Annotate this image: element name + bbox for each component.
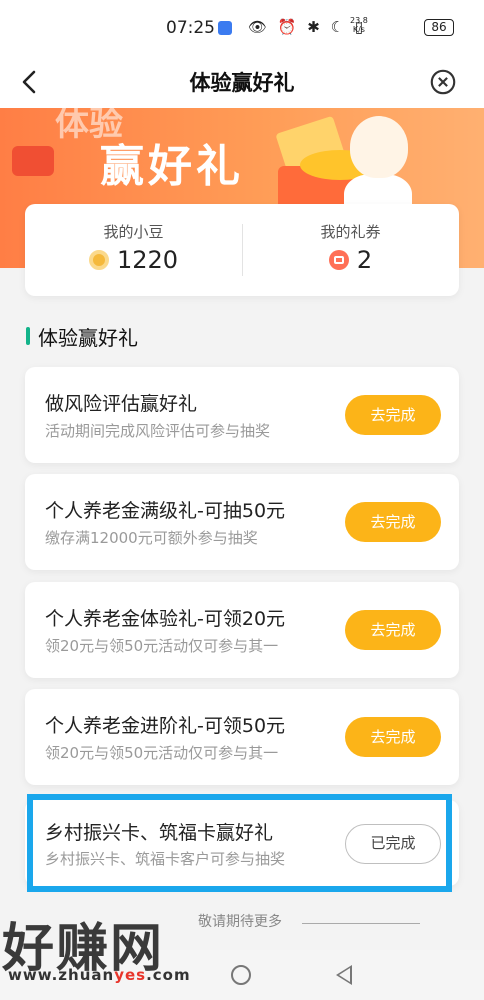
- task-name: 个人养老金体验礼-可领20元: [45, 608, 286, 630]
- task-card[interactable]: 个人养老金进阶礼-可领50元 领20元与领50元活动仅可参与其一 去完成: [25, 689, 459, 785]
- status-icons: 👁 ⏰ ✱ ☾ ▯: [248, 18, 367, 36]
- beans-value-row: 1220: [25, 246, 242, 274]
- mascot-icon: [350, 116, 408, 178]
- coupon-icon: [328, 250, 349, 270]
- red-envelope-icon: [12, 146, 54, 176]
- section-title: 体验赢好礼: [38, 326, 138, 350]
- task-card[interactable]: 做风险评估赢好礼 活动期间完成风险评估可参与抽奖 去完成: [25, 367, 459, 463]
- header: 体验赢好礼: [0, 56, 484, 108]
- task-desc: 活动期间完成风险评估可参与抽奖: [45, 422, 271, 440]
- task-desc: 缴存满12000元可额外参与抽奖: [45, 529, 258, 547]
- summary-card: 我的小豆 1220 我的礼券 2: [25, 204, 459, 296]
- coupons-summary[interactable]: 我的礼券 2: [242, 204, 459, 296]
- more-coming-text: 敬请期待更多: [198, 914, 282, 930]
- task-desc: 领20元与领50元活动仅可参与其一: [45, 637, 279, 655]
- coupons-value: 2: [356, 246, 373, 274]
- task-name: 乡村振兴卡、筑福卡赢好礼: [45, 822, 274, 844]
- status-time: 07:25: [166, 18, 215, 38]
- go-complete-button[interactable]: 去完成: [345, 610, 441, 650]
- go-complete-button[interactable]: 去完成: [345, 502, 441, 542]
- task-name: 个人养老金进阶礼-可领50元: [45, 715, 286, 737]
- more-coming-line: [302, 923, 420, 924]
- home-circle-icon[interactable]: [231, 965, 251, 985]
- coupons-label: 我的礼券: [320, 223, 381, 241]
- beans-summary[interactable]: 我的小豆 1220: [25, 204, 242, 296]
- watermark-url: www.zhuanyes.com: [8, 966, 191, 984]
- task-desc: 领20元与领50元活动仅可参与其一: [45, 744, 279, 762]
- banner-headline: 赢好礼: [100, 141, 244, 192]
- network-speed-unit: K/s: [352, 25, 365, 34]
- task-card[interactable]: 乡村振兴卡、筑福卡赢好礼 乡村振兴卡、筑福卡客户可参与抽奖 已完成: [25, 800, 459, 886]
- task-desc: 乡村振兴卡、筑福卡客户可参与抽奖: [45, 850, 286, 868]
- task-name: 个人养老金满级礼-可抽50元: [45, 500, 286, 522]
- task-name: 做风险评估赢好礼: [45, 393, 198, 415]
- battery-icon: 86: [424, 19, 454, 36]
- bean-coin-icon: [88, 250, 109, 270]
- go-complete-button[interactable]: 去完成: [345, 395, 441, 435]
- completed-button[interactable]: 已完成: [345, 824, 441, 864]
- close-icon[interactable]: [430, 69, 456, 95]
- network-speed: 23.8 K/s: [350, 16, 368, 34]
- watermark-url-prefix: www.zhuan: [8, 966, 115, 984]
- beans-label: 我的小豆: [103, 223, 164, 241]
- task-card[interactable]: 个人养老金满级礼-可抽50元 缴存满12000元可额外参与抽奖 去完成: [25, 474, 459, 570]
- back-triangle-icon[interactable]: [336, 965, 352, 985]
- section-accent-bar: [26, 327, 30, 345]
- coupons-value-row: 2: [242, 246, 459, 274]
- beans-value: 1220: [116, 246, 179, 274]
- network-speed-value: 23.8: [350, 16, 368, 25]
- go-complete-button[interactable]: 去完成: [345, 717, 441, 757]
- watermark-url-suffix: .com: [146, 966, 191, 984]
- task-card[interactable]: 个人养老金体验礼-可领20元 领20元与领50元活动仅可参与其一 去完成: [25, 582, 459, 678]
- page-title: 体验赢好礼: [189, 71, 295, 95]
- status-bar: 07:25 👁 ⏰ ✱ ☾ ▯ 23.8 K/s 86: [0, 0, 484, 56]
- app-notification-icon: [218, 21, 232, 35]
- watermark-url-mid: yes: [114, 966, 147, 984]
